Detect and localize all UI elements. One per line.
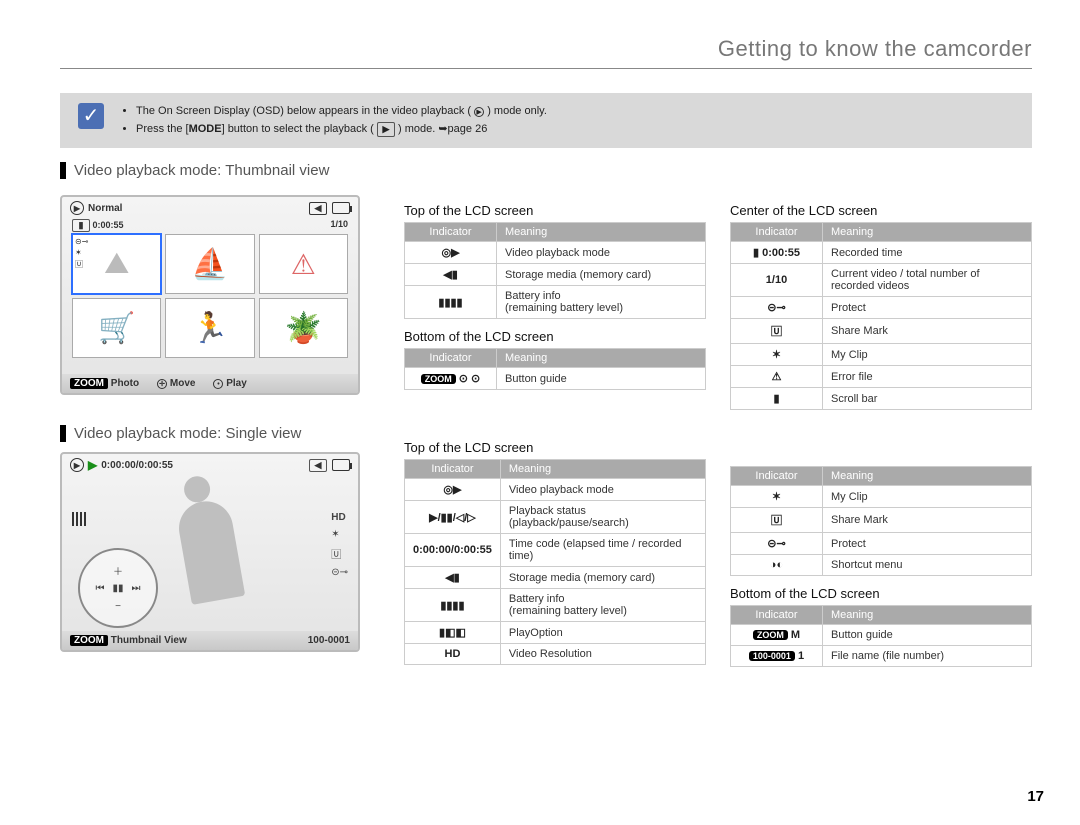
section-thumbnail-view: Video playback mode: Thumbnail view xyxy=(60,162,1032,179)
table-thumb-top: IndicatorMeaning ◎▶Video playback mode◀▮… xyxy=(404,222,706,319)
table-single-top-right: IndicatorMeaning ✶My Clip🅄Share Mark⊝⊸Pr… xyxy=(730,466,1032,576)
note-box: ✓ The On Screen Display (OSD) below appe… xyxy=(60,93,1032,148)
table-row: ▮ 0:00:55Recorded time xyxy=(731,242,1032,264)
lcd-footer: ZOOM Photo ✛ Move • Play xyxy=(62,374,358,393)
myclip-icon: ✶ xyxy=(331,529,348,540)
lcd-file-number: 100-0001 xyxy=(308,635,350,646)
table-row: 🅄Share Mark xyxy=(731,319,1032,344)
lcd-normal-label: Normal xyxy=(88,203,122,214)
table-row: 100-0001 1File name (file number) xyxy=(731,646,1032,667)
table-row: 🅄Share Mark xyxy=(731,508,1032,533)
subheading-bottom-lcd: Bottom of the LCD screen xyxy=(730,586,1032,601)
thumbnail-item: ⛵ xyxy=(165,234,254,294)
note-line-1: The On Screen Display (OSD) below appear… xyxy=(136,103,1018,120)
sharemark-icon: 🅄 xyxy=(331,546,348,561)
table-row: ZOOM MButton guide xyxy=(731,625,1032,646)
thumbnail-item: 🛒 xyxy=(72,298,161,358)
subheading-center-lcd: Center of the LCD screen xyxy=(730,203,1032,218)
table-row: 0:00:00/0:00:55Time code (elapsed time /… xyxy=(405,534,706,567)
table-row: 1/10Current video / total number of reco… xyxy=(731,264,1032,297)
table-row: ✶My Clip xyxy=(731,344,1032,366)
table-row: ◎▶Video playback mode xyxy=(405,479,706,501)
thumbnail-item: 🏃 xyxy=(165,298,254,358)
subheading-bottom-lcd: Bottom of the LCD screen xyxy=(404,329,706,344)
thumbnail-item: 🪴 xyxy=(259,298,348,358)
subheading-top-lcd: Top of the LCD screen xyxy=(404,440,706,455)
battery-icon xyxy=(332,459,350,471)
table-row: ▮▮▮▮Battery info (remaining battery leve… xyxy=(405,589,706,622)
thumbnail-error: ⚠ xyxy=(259,234,348,294)
hd-icon: HD xyxy=(331,512,348,523)
table-row: ◑◐Shortcut menu xyxy=(731,555,1032,576)
play-option-icon xyxy=(72,512,88,526)
table-single-bottom: IndicatorMeaning ZOOM MButton guide100-0… xyxy=(730,605,1032,667)
page-number: 17 xyxy=(1027,788,1044,805)
right-column: Center of the LCD screen IndicatorMeanin… xyxy=(730,195,1032,677)
table-row: ✶My Clip xyxy=(731,486,1032,508)
lcd-timecode: 0:00:00/0:00:55 xyxy=(101,460,173,471)
thumbnail-selected: ⊝⊸✶🅄 ⛰ xyxy=(72,234,161,294)
lcd-footer: ZOOM Thumbnail View 100-0001 xyxy=(62,631,358,650)
middle-column: Top of the LCD screen IndicatorMeaning ◎… xyxy=(404,195,706,677)
lcd-single-view: ▶ ▶ 0:00:00/0:00:55 ◀ HD ✶ 🅄 ⊝⊸ xyxy=(60,452,360,652)
check-icon: ✓ xyxy=(78,103,104,129)
left-column: ▶ Normal ◀ ▮ 0:00:55 1/10 ⊝⊸✶🅄 ⛰ ⛵ ⚠ xyxy=(60,195,380,677)
protect-icon: ⊝⊸ xyxy=(331,567,348,578)
table-row: ZOOM ⊙ ⊙Button guide xyxy=(405,368,706,390)
lcd-counter: 1/10 xyxy=(330,219,348,232)
table-row: ⚠Error file xyxy=(731,366,1032,388)
thumbnail-grid: ⊝⊸✶🅄 ⛰ ⛵ ⚠ 🛒 🏃 🪴 xyxy=(62,232,358,360)
page-title: Getting to know the camcorder xyxy=(60,36,1032,69)
battery-icon xyxy=(332,202,350,214)
table-row: ⊝⊸Protect xyxy=(731,297,1032,319)
table-row: HDVideo Resolution xyxy=(405,644,706,665)
table-row: ◀▮Storage media (memory card) xyxy=(405,264,706,286)
playback-mode-icon: ▶ xyxy=(474,107,484,117)
silhouette-figure xyxy=(175,497,246,605)
table-row: ▮Scroll bar xyxy=(731,388,1032,410)
video-mode-icon: ▶ xyxy=(70,201,84,215)
video-mode-icon: ▶ xyxy=(70,458,84,472)
table-row: ▮◧◧PlayOption xyxy=(405,622,706,644)
section-single-view: Video playback mode: Single view xyxy=(60,425,380,442)
table-single-top-left: IndicatorMeaning ◎▶Video playback mode▶/… xyxy=(404,459,706,665)
subheading-top-lcd: Top of the LCD screen xyxy=(404,203,706,218)
table-row: ⊝⊸Protect xyxy=(731,533,1032,555)
table-row: ◀▮Storage media (memory card) xyxy=(405,567,706,589)
control-ring: ＋ ⏮▮▮⏭ − xyxy=(78,548,158,628)
table-thumb-center: IndicatorMeaning ▮ 0:00:55Recorded time1… xyxy=(730,222,1032,410)
play-rect-icon: ▶ xyxy=(377,122,395,138)
table-row: ▮▮▮▮Battery info (remaining battery leve… xyxy=(405,286,706,319)
table-row: ▶/▮▮/◁/▷Playback status (playback/pause/… xyxy=(405,501,706,534)
lcd-thumbnail-view: ▶ Normal ◀ ▮ 0:00:55 1/10 ⊝⊸✶🅄 ⛰ ⛵ ⚠ xyxy=(60,195,360,395)
table-row: ◎▶Video playback mode xyxy=(405,242,706,264)
note-line-2: Press the [MODE] button to select the pl… xyxy=(136,121,1018,138)
table-thumb-bottom: IndicatorMeaning ZOOM ⊙ ⊙Button guide xyxy=(404,348,706,390)
